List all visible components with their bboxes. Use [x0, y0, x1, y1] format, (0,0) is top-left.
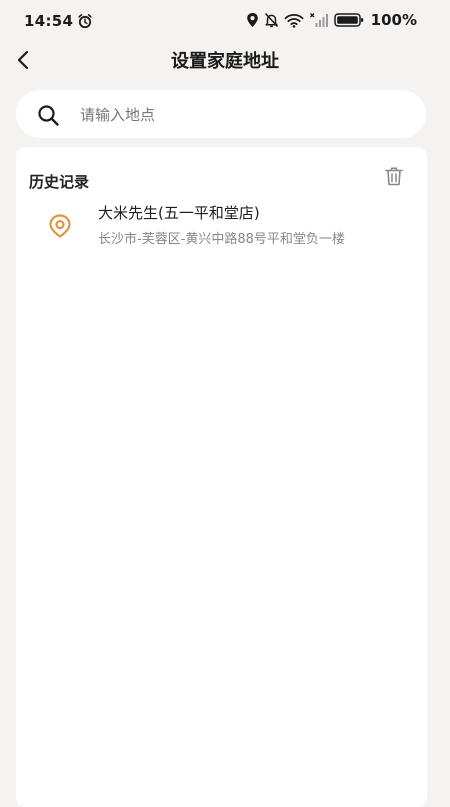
history-item[interactable]: 大米先生(五一平和堂店) 长沙市-芙蓉区-黄兴中路88号平和堂负一楼: [16, 197, 427, 253]
search-bar[interactable]: [16, 90, 426, 140]
search-icon: [38, 105, 59, 126]
page-title: 设置家庭地址: [171, 51, 279, 72]
status-bar: 14:54 100%: [0, 0, 450, 40]
history-item-name: 大米先生(五一平和堂店): [98, 204, 260, 222]
history-card: 历史记录 大米先生(五一平和堂店) 长沙市-芙蓉区-黄兴中路88号平和堂负一楼: [16, 147, 427, 807]
nav-bar: 设置家庭地址: [0, 40, 450, 80]
alarm-icon: [78, 14, 92, 29]
wifi-icon: [284, 14, 304, 28]
search-input[interactable]: [78, 90, 412, 140]
trash-icon[interactable]: [383, 165, 405, 187]
battery-icon: [333, 13, 363, 27]
status-icons: 100%: [246, 11, 417, 29]
mute-icon: [264, 12, 278, 28]
status-time: 14:54: [24, 12, 74, 30]
history-title: 历史记录: [29, 173, 90, 191]
history-item-address: 长沙市-芙蓉区-黄兴中路88号平和堂负一楼: [98, 232, 345, 247]
battery-percentage: 100%: [370, 11, 417, 29]
location-pin-icon: [49, 214, 71, 238]
location-status-icon: [246, 13, 258, 27]
no-signal-icon: [309, 13, 328, 27]
